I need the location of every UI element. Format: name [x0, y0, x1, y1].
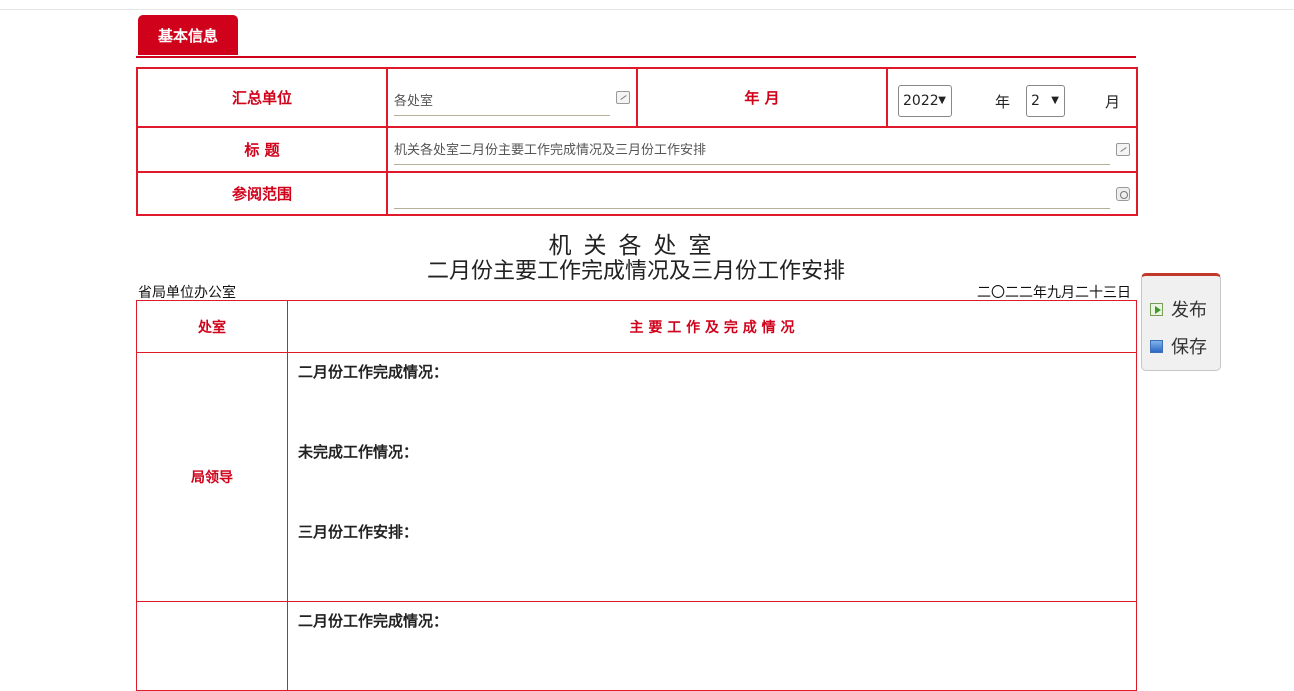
work-content-cell[interactable]: 二月份工作完成情况： 未完成工作情况： 三月份工作安排：	[287, 352, 1137, 602]
month-select-value: 2	[1031, 93, 1040, 109]
chevron-down-icon: ▼	[938, 95, 946, 106]
completed-work-label: 二月份工作完成情况：	[298, 612, 449, 630]
year-suffix: 年	[995, 93, 1011, 111]
publish-button[interactable]: 发布	[1150, 296, 1207, 322]
uncompleted-work-label: 未完成工作情况：	[298, 443, 419, 461]
unit-input[interactable]: 各处室	[394, 90, 610, 116]
save-label: 保存	[1171, 337, 1207, 358]
title-cell: 机关各处室二月份主要工作完成情况及三月份工作安排	[386, 126, 1138, 173]
unit-cell: 各处室	[386, 67, 638, 128]
publish-label: 发布	[1171, 300, 1207, 321]
work-report-table: 处室 主 要 工 作 及 完 成 情 况 局领导 二月份工作完成情况： 未完成工…	[136, 300, 1137, 691]
dept-cell: 局领导	[136, 352, 288, 602]
top-divider	[0, 9, 1294, 10]
issuing-office: 省局单位办公室	[138, 285, 236, 301]
publish-icon	[1150, 302, 1163, 316]
work-content-cell[interactable]: 二月份工作完成情况：	[287, 601, 1137, 691]
dept-cell	[136, 601, 288, 691]
edit-icon[interactable]	[616, 91, 630, 104]
header-work: 主 要 工 作 及 完 成 情 况	[287, 300, 1137, 353]
month-select[interactable]: 2 ▼	[1026, 85, 1065, 117]
edit-icon[interactable]	[1116, 143, 1130, 156]
month-suffix: 月	[1105, 93, 1121, 111]
scope-input[interactable]	[394, 186, 1110, 209]
save-icon	[1150, 339, 1163, 353]
unit-label: 汇总单位	[136, 67, 388, 128]
chevron-down-icon: ▼	[1051, 95, 1059, 106]
select-scope-icon[interactable]	[1116, 187, 1130, 201]
action-panel: 发布 保存	[1141, 273, 1221, 371]
next-month-plan-label: 三月份工作安排：	[298, 523, 419, 541]
document-title-line2: 二月份主要工作完成情况及三月份工作安排	[426, 259, 845, 284]
save-button[interactable]: 保存	[1150, 333, 1207, 359]
year-select-value: 2022	[903, 93, 939, 109]
completed-work-label: 二月份工作完成情况：	[298, 363, 449, 381]
basic-info-form: 汇总单位 各处室 年 月 2022 ▼ 年 2 ▼ 月 标 题 机关各处室二月份…	[136, 67, 1138, 216]
year-month-cell: 2022 ▼ 年 2 ▼ 月	[886, 67, 1138, 128]
header-dept: 处室	[136, 300, 288, 353]
year-month-label: 年 月	[636, 67, 888, 128]
scope-cell	[386, 171, 1138, 216]
tab-bar: 基本信息	[136, 14, 1136, 58]
scope-label: 参阅范围	[136, 171, 388, 216]
year-select[interactable]: 2022 ▼	[898, 85, 952, 117]
title-input[interactable]: 机关各处室二月份主要工作完成情况及三月份工作安排	[394, 139, 1110, 165]
document-date: 二〇二二年九月二十三日	[977, 285, 1131, 301]
title-label: 标 题	[136, 126, 388, 173]
tab-basic-info[interactable]: 基本信息	[138, 15, 238, 55]
